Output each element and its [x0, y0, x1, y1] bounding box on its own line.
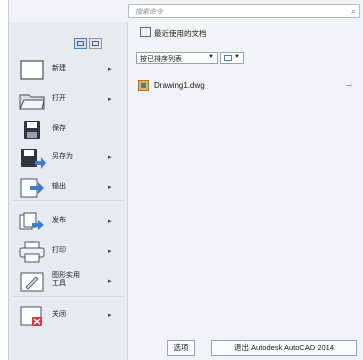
recent-documents-panel: 最近使用的文档 按已排序列表 ▼ ▼ Drawing1.dwg ⊸ — [128, 22, 360, 360]
application-menu: 搜索命令 ⌕ 新建 ▸ 打开 ▸ 保存 另存为 ▸ 输出 ▸ 发布 ▸ 打印 ▸ 图形实用 工具 ▸ 关闭 ▸ … — [0, 0, 363, 360]
menu-item-label: 打开 — [52, 95, 66, 102]
icon-view-icon — [224, 55, 232, 61]
menu-item-label: 关闭 — [52, 311, 66, 318]
recent-document-item[interactable]: Drawing1.dwg ⊸ — [134, 78, 356, 94]
chevron-down-icon: ▼ — [234, 54, 240, 60]
submenu-arrow-icon: ▸ — [108, 218, 112, 225]
window-icon — [92, 41, 99, 46]
menu-divider — [12, 200, 124, 201]
save-as-icon — [18, 147, 46, 169]
recent-documents-title: 最近使用的文档 — [140, 27, 207, 39]
pin-icon[interactable]: ⊸ — [345, 81, 352, 90]
recent-document-name: Drawing1.dwg — [154, 81, 205, 90]
documents-icon — [77, 41, 84, 46]
exit-autocad-button[interactable]: 退出 Autodesk AutoCAD 2014 — [211, 340, 357, 356]
menu-item-4[interactable]: 另存为 ▸ — [12, 144, 126, 170]
recent-documents-view-button[interactable] — [74, 38, 87, 49]
menu-item-9[interactable]: 关闭 ▸ — [12, 302, 126, 328]
close-file-icon — [18, 305, 46, 327]
printer-icon — [18, 241, 46, 263]
menu-divider — [12, 296, 124, 297]
submenu-arrow-icon: ▸ — [108, 184, 112, 191]
menu-item-3[interactable]: 保存 — [12, 116, 126, 142]
menu-item-7[interactable]: 打印 ▸ — [12, 238, 126, 264]
menu-item-label: 另存为 — [52, 153, 73, 160]
menu-item-label: 发布 — [52, 217, 66, 224]
submenu-arrow-icon: ▸ — [108, 312, 112, 319]
sort-dropdown[interactable]: 按已排序列表 ▼ — [136, 52, 218, 64]
open-documents-view-button[interactable] — [89, 38, 102, 49]
open-folder-icon — [18, 89, 46, 111]
new-file-icon — [18, 59, 46, 81]
submenu-arrow-icon: ▸ — [108, 66, 112, 73]
search-box[interactable]: 搜索命令 ⌕ — [128, 4, 360, 18]
dwg-file-icon — [138, 80, 149, 91]
submenu-arrow-icon: ▸ — [108, 96, 112, 103]
drawing-utilities-icon — [18, 271, 46, 293]
menu-item-8[interactable]: 图形实用 工具 ▸ — [12, 268, 126, 294]
display-mode-dropdown[interactable]: ▼ — [220, 52, 244, 64]
recent-documents-icon — [140, 27, 151, 37]
menu-item-label: 保存 — [52, 125, 66, 132]
view-toggle — [74, 38, 118, 50]
menu-item-2[interactable]: 打开 ▸ — [12, 86, 126, 112]
menu-item-5[interactable]: 输出 ▸ — [12, 174, 126, 200]
options-button[interactable]: 选项 — [167, 340, 195, 356]
menu-item-label: 输出 — [52, 183, 66, 190]
menu-item-1[interactable]: 新建 ▸ — [12, 56, 126, 82]
publish-icon — [18, 211, 46, 233]
submenu-arrow-icon: ▸ — [108, 154, 112, 161]
menu-item-label: 新建 — [52, 65, 66, 72]
menu-item-6[interactable]: 发布 ▸ — [12, 208, 126, 234]
chevron-down-icon: ▼ — [208, 54, 214, 60]
save-disk-icon — [18, 119, 46, 141]
search-input[interactable]: 搜索命令 — [135, 7, 163, 17]
submenu-arrow-icon: ▸ — [108, 248, 112, 255]
menu-item-label: 图形实用 工具 — [52, 272, 80, 287]
submenu-arrow-icon: ▸ — [108, 278, 112, 285]
menu-item-label: 打印 — [52, 247, 66, 254]
sort-dropdown-label: 按已排序列表 — [140, 56, 182, 63]
search-icon[interactable]: ⌕ — [351, 6, 356, 17]
export-icon — [18, 177, 46, 199]
